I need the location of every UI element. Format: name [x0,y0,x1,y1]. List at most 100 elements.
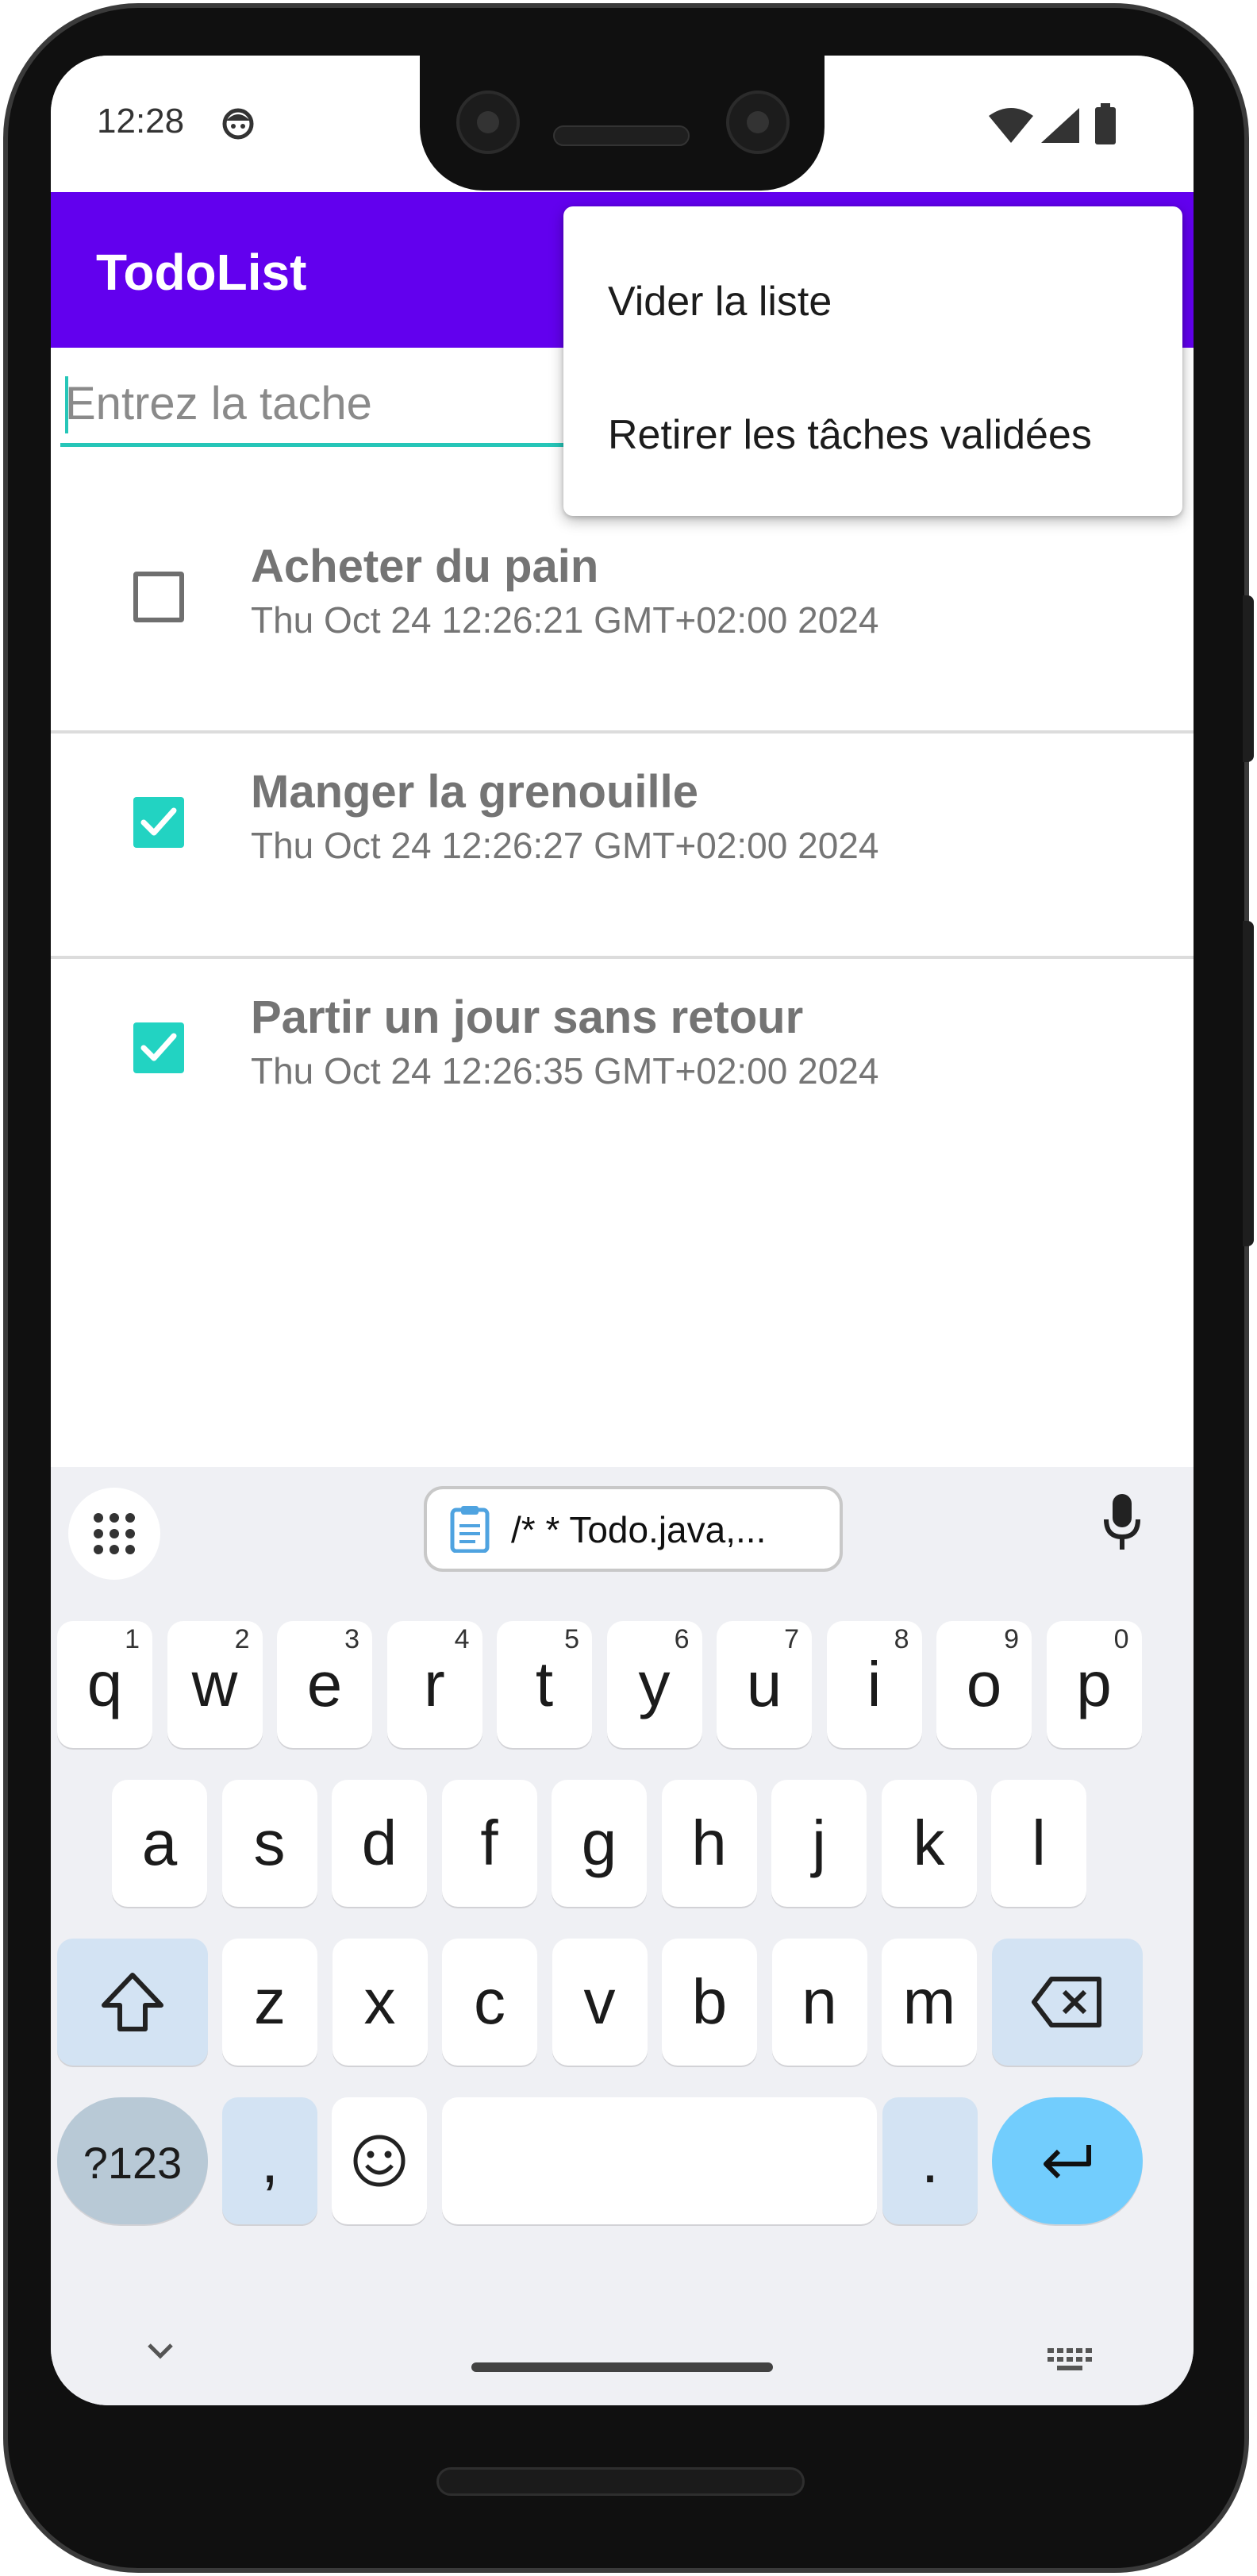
symbols-key[interactable]: ?123 [57,2097,208,2224]
key-number-hint: 7 [784,1624,799,1654]
key-v[interactable]: v [552,1939,648,2066]
task-input[interactable] [60,367,568,440]
key-label: i [867,1649,882,1719]
key-label: b [691,1966,728,2037]
key-number-hint: 6 [674,1624,690,1654]
shift-key[interactable] [57,1939,208,2066]
task-title: Acheter du pain [251,541,599,592]
front-camera [456,90,520,154]
key-a[interactable]: a [112,1780,207,1907]
earpiece-speaker [553,125,690,146]
backspace-key[interactable] [992,1939,1143,2066]
key-label: m [902,1966,956,2037]
key-h[interactable]: h [661,1780,757,1907]
key-number-hint: 4 [454,1624,470,1654]
volume-button [1243,921,1254,1246]
emoji-key[interactable] [332,2097,427,2224]
key-label: v [583,1966,616,2037]
battery-icon [1095,103,1116,144]
key-label: ?123 [83,2138,183,2188]
key-d[interactable]: d [332,1780,427,1907]
key-period[interactable]: . [882,2097,978,2224]
task-row[interactable]: Partir un jour sans retour Thu Oct 24 12… [51,959,1194,1184]
menu-item-label: Retirer les tâches validées [608,412,1092,458]
key-label: o [966,1649,1002,1719]
key-u[interactable]: u7 [717,1621,812,1748]
key-k[interactable]: k [881,1780,977,1907]
key-label: g [581,1808,617,1878]
task-title: Manger la grenouille [251,766,698,818]
key-z[interactable]: z [222,1939,317,2066]
check-icon [140,1033,177,1061]
key-label: r [424,1649,445,1719]
key-b[interactable]: b [662,1939,757,2066]
key-comma[interactable]: , [222,2097,317,2224]
task-checkbox[interactable] [133,797,184,848]
key-label: h [691,1808,727,1878]
key-m[interactable]: m [882,1939,977,2066]
key-t[interactable]: t5 [497,1621,592,1748]
key-o[interactable]: o9 [936,1621,1032,1748]
key-q[interactable]: q1 [57,1621,152,1748]
key-f[interactable]: f [441,1780,537,1907]
keyboard-toolbar: /* * Todo.java,... [51,1467,1194,1602]
keyboard-apps-button[interactable] [68,1488,160,1580]
key-number-hint: 3 [344,1624,359,1654]
menu-item-clear-list[interactable]: Vider la liste [563,238,1182,357]
key-e[interactable]: e3 [277,1621,372,1748]
keyboard-switch-icon[interactable] [1048,2348,1092,2374]
clipboard-suggestion-chip[interactable]: /* * Todo.java,... [424,1486,843,1572]
key-label: d [361,1808,398,1878]
clipboard-icon [450,1506,490,1553]
key-s[interactable]: s [221,1780,317,1907]
app-title: TodoList [96,244,307,301]
space-key[interactable] [442,2097,877,2224]
text-caret [65,376,68,433]
emoji-icon [353,2135,406,2187]
navigation-handle[interactable] [471,2362,773,2372]
key-label: p [1076,1649,1112,1719]
key-w[interactable]: w2 [167,1621,263,1748]
clipboard-text: /* * Todo.java,... [511,1509,767,1550]
check-icon [140,807,177,836]
task-list: Acheter du pain Thu Oct 24 12:26:21 GMT+… [51,508,1194,1184]
task-row[interactable]: Acheter du pain Thu Oct 24 12:26:21 GMT+… [51,508,1194,734]
key-label: w [191,1649,238,1719]
menu-item-label: Vider la liste [608,279,832,325]
key-l[interactable]: l [991,1780,1086,1907]
key-p[interactable]: p0 [1046,1621,1142,1748]
task-checkbox[interactable] [133,572,184,622]
shift-icon [102,1973,163,2031]
key-g[interactable]: g [552,1780,647,1907]
front-sensor [726,90,790,154]
key-label: j [812,1808,826,1878]
task-checkbox[interactable] [133,1022,184,1073]
task-title: Partir un jour sans retour [251,992,804,1043]
task-date: Thu Oct 24 12:26:27 GMT+02:00 2024 [251,825,879,866]
key-n[interactable]: n [771,1939,867,2066]
key-label: l [1032,1808,1046,1878]
key-label: c [474,1966,505,2037]
key-label: y [638,1649,671,1719]
key-r[interactable]: r4 [386,1621,482,1748]
enter-icon [1044,2145,1091,2178]
key-x[interactable]: x [332,1939,428,2066]
microphone-icon[interactable] [1103,1494,1141,1551]
key-i[interactable]: i8 [826,1621,922,1748]
input-underline [60,443,568,447]
task-row[interactable]: Manger la grenouille Thu Oct 24 12:26:27… [51,734,1194,959]
key-y[interactable]: y6 [606,1621,702,1748]
key-label: k [913,1808,945,1878]
chevron-down-icon[interactable] [146,2342,175,2361]
task-input-container [60,367,568,448]
bottom-speaker [436,2467,805,2496]
key-j[interactable]: j [771,1780,867,1907]
key-label: s [253,1808,286,1878]
camera-notch [420,56,825,191]
menu-item-remove-checked[interactable]: Retirer les tâches validées [563,372,1182,491]
task-date: Thu Oct 24 12:26:21 GMT+02:00 2024 [251,599,879,641]
enter-key[interactable] [992,2097,1143,2224]
key-c[interactable]: c [442,1939,537,2066]
status-time: 12:28 [97,102,185,141]
key-label: f [480,1808,498,1878]
